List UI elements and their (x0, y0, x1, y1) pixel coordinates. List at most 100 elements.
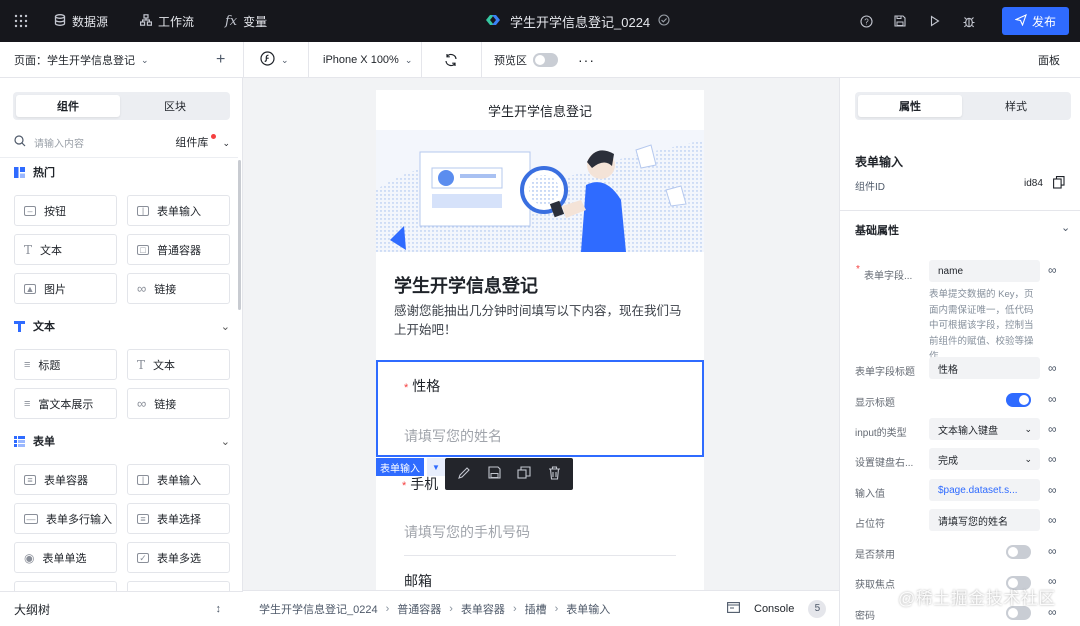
console-button[interactable]: Console 5 (727, 599, 827, 618)
comp-link[interactable]: ∞ 链接 (127, 273, 230, 304)
heading-icon: ≡ (24, 358, 31, 371)
comp-form-select[interactable]: ≡ 表单选择 (127, 503, 230, 534)
required-mark: * (404, 382, 409, 394)
section-basic-props[interactable]: 基础属性 (855, 222, 899, 238)
comp-form-container[interactable]: ≡ 表单容器 (14, 464, 117, 495)
debug-bug-icon[interactable] (963, 0, 975, 42)
comp-form-input[interactable]: | 表单输入 (127, 195, 230, 226)
bind-link-icon[interactable]: ∞ (1048, 263, 1057, 277)
disabled-toggle[interactable] (1006, 545, 1031, 559)
left-scrollbar[interactable] (238, 160, 241, 310)
bind-link-icon[interactable]: ∞ (1048, 452, 1057, 466)
input-type-select[interactable]: 文本输入键盘 ⌄ (929, 418, 1040, 440)
input-value-expression[interactable]: $page.dataset.s... (929, 479, 1040, 501)
bind-link-icon[interactable]: ∞ (1048, 361, 1057, 375)
comp-image[interactable]: ▲ 图片 (14, 273, 117, 304)
field1-input[interactable]: 请填写您的姓名 (404, 426, 502, 446)
add-page-button[interactable]: + (216, 42, 225, 78)
nav-workflow[interactable]: 工作流 (140, 0, 194, 42)
phone-preview: 学生开学信息登记 学生开学信息登记 感谢您能抽出几分钟时间填写以下内容，现在我们… (376, 90, 704, 590)
component-library-button[interactable]: 组件库 ⌄ (175, 134, 230, 150)
comp-text[interactable]: T 文本 (14, 234, 117, 265)
keyboard-select[interactable]: 完成 ⌄ (929, 448, 1040, 470)
device-selector[interactable]: iPhone X 100% ⌄ (323, 42, 412, 78)
nav-variables[interactable]: fx 变量 (225, 0, 267, 42)
breadcrumb-item[interactable]: 表单容器 (461, 601, 505, 617)
expand-collapse-icon: ↕ (215, 603, 222, 615)
field2-label-text: 手机 (410, 476, 439, 492)
comp-richtext[interactable]: ≡ 富文本展示 (14, 388, 117, 419)
edit-pencil-icon[interactable] (457, 466, 471, 483)
group-text[interactable]: 文本 ⌄ (14, 318, 230, 334)
outline-tree-bar[interactable]: 大纲树 ↕ (0, 591, 243, 626)
text-icon: T (137, 357, 146, 372)
page-selector[interactable]: 页面：学生开学信息登记 ⌄ (14, 42, 149, 78)
tab-styles[interactable]: 样式 (964, 95, 1068, 117)
apps-grid-icon[interactable] (14, 0, 28, 42)
platform-selector[interactable]: ⌄ (260, 42, 289, 78)
save-icon[interactable] (894, 0, 906, 42)
comp-form-input-2[interactable]: | 表单输入 (127, 464, 230, 495)
link-icon: ∞ (137, 281, 147, 296)
prop-label-focus: 获取焦点 (855, 580, 895, 591)
comp-link-2[interactable]: ∞ 链接 (127, 388, 230, 419)
copy-icon[interactable] (517, 465, 531, 483)
bind-link-icon[interactable]: ∞ (1048, 422, 1057, 436)
selection-tag-label: 表单输入 (380, 463, 420, 475)
component-search[interactable]: 请输入内容 组件库 ⌄ (14, 132, 234, 152)
breadcrumb-item[interactable]: 普通容器 (397, 601, 441, 617)
field-key-input[interactable]: name (929, 260, 1040, 282)
comp-container[interactable]: □ 普通容器 (127, 234, 230, 265)
breadcrumb-item[interactable]: 表单输入 (566, 601, 610, 617)
page-selector-label: 页面：学生开学信息登记 (14, 55, 135, 67)
group-hot[interactable]: 热门 (14, 164, 230, 180)
save-icon[interactable] (488, 466, 501, 482)
field-key-help: 表单提交数据的 Key，页面内需保证唯一，低代码中可根据该字段，控制当前组件的赋… (929, 289, 1034, 362)
delete-trash-icon[interactable] (548, 465, 561, 483)
nav-workflow-label: 工作流 (158, 14, 195, 29)
comp-button[interactable]: – 按钮 (14, 195, 117, 226)
group-form[interactable]: 表单 ⌄ (14, 433, 230, 449)
comp-form-checkbox[interactable]: ✓ 表单多选 (127, 542, 230, 573)
nav-datasource[interactable]: 数据源 (54, 0, 108, 42)
comp-heading[interactable]: ≡ 标题 (14, 349, 117, 380)
component-id-label: 组件ID (855, 182, 885, 193)
preview-toggle[interactable] (533, 53, 558, 67)
copy-icon[interactable] (1053, 176, 1065, 192)
tab-properties[interactable]: 属性 (858, 95, 962, 117)
help-icon[interactable]: ? (860, 0, 873, 42)
show-title-toggle[interactable] (1006, 393, 1031, 407)
bind-link-icon[interactable]: ∞ (1048, 392, 1057, 406)
field2-input[interactable]: 请填写您的手机号码 (404, 522, 530, 542)
breadcrumb-item[interactable]: 插槽 (525, 601, 547, 617)
console-count-badge: 5 (808, 599, 827, 618)
bind-link-icon[interactable]: ∞ (1048, 483, 1057, 497)
breadcrumb-item[interactable]: 学生开学信息登记_0224 (259, 601, 378, 617)
refresh-icon[interactable] (444, 42, 458, 78)
run-icon[interactable] (930, 0, 940, 42)
comp-text-2[interactable]: T 文本 (127, 349, 230, 380)
more-icon[interactable]: ··· (578, 42, 595, 78)
component-id-value: id84 (1024, 178, 1043, 189)
chevron-down-icon[interactable]: ⌄ (1061, 221, 1070, 234)
send-icon (1014, 13, 1027, 29)
image-icon: ▲ (24, 283, 36, 294)
comp-label: 表单多行输入 (46, 513, 112, 526)
placeholder-input[interactable]: 请填写您的姓名 (929, 509, 1040, 531)
comp-form-radio[interactable]: ◉ 表单单选 (14, 542, 117, 573)
selected-form-input[interactable]: * 性格 请填写您的姓名 (376, 360, 704, 457)
app-logo-icon (484, 13, 502, 30)
panel-button[interactable]: 面板 (1038, 42, 1060, 78)
comp-form-textarea[interactable]: — 表单多行输入 (14, 503, 117, 534)
prop-label-disabled: 是否禁用 (855, 550, 895, 561)
publish-button[interactable]: 发布 (1002, 7, 1069, 35)
title-input[interactable]: 性格 (929, 357, 1040, 379)
bind-link-icon[interactable]: ∞ (1048, 513, 1057, 527)
tab-components[interactable]: 组件 (16, 95, 120, 117)
tab-blocks[interactable]: 区块 (123, 95, 227, 117)
search-input[interactable]: 请输入内容 (34, 135, 84, 150)
notification-dot (211, 134, 217, 139)
bind-link-icon[interactable]: ∞ (1048, 544, 1057, 558)
group-form-title: 表单 (33, 436, 55, 448)
nav-variables-label: 变量 (243, 14, 268, 29)
